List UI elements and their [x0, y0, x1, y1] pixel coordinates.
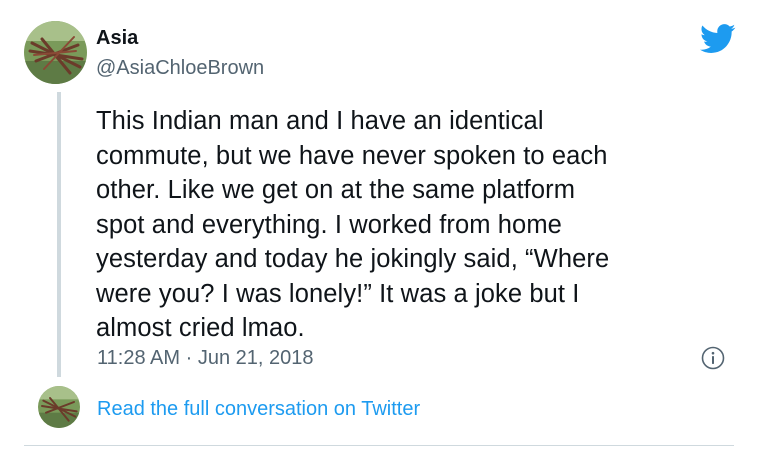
tweet-text-line: were you? I was lonely!” It was a joke b…: [96, 279, 580, 308]
bottom-divider: [24, 445, 734, 446]
thread-connector: [57, 92, 61, 377]
tweet-text-line: commute, but we have never spoken to eac…: [96, 141, 608, 170]
tweet-card: Asia @AsiaChloeBrown This Indian man and…: [0, 0, 758, 451]
author-avatar[interactable]: [24, 21, 87, 84]
tweet-text-line: almost cried lmao.: [96, 314, 305, 342]
reply-avatar[interactable]: [38, 386, 80, 428]
tweet-time: 11:28 AM: [97, 347, 181, 369]
tweet-date: Jun 21, 2018: [197, 347, 314, 369]
author-handle[interactable]: @AsiaChloeBrown: [96, 56, 264, 80]
author-display-name[interactable]: Asia: [96, 26, 138, 50]
tweet-text-line: yesterday and today he jokingly said, “W…: [96, 245, 610, 273]
timestamp-separator: ·: [185, 347, 193, 369]
tweet-timestamp[interactable]: 11:28 AM · Jun 21, 2018: [97, 345, 313, 371]
tweet-text: This Indian man and I have an identical …: [96, 104, 736, 346]
tweet-text-line: spot and everything. I worked from home: [96, 210, 562, 239]
read-full-conversation-link[interactable]: Read the full conversation on Twitter: [97, 396, 420, 422]
info-icon[interactable]: [701, 346, 725, 370]
tweet-text-line: other. Like we get on at the same platfo…: [96, 176, 576, 204]
tweet-text-line: This Indian man and I have an identical: [96, 107, 544, 135]
twitter-bird-icon[interactable]: [700, 24, 736, 54]
